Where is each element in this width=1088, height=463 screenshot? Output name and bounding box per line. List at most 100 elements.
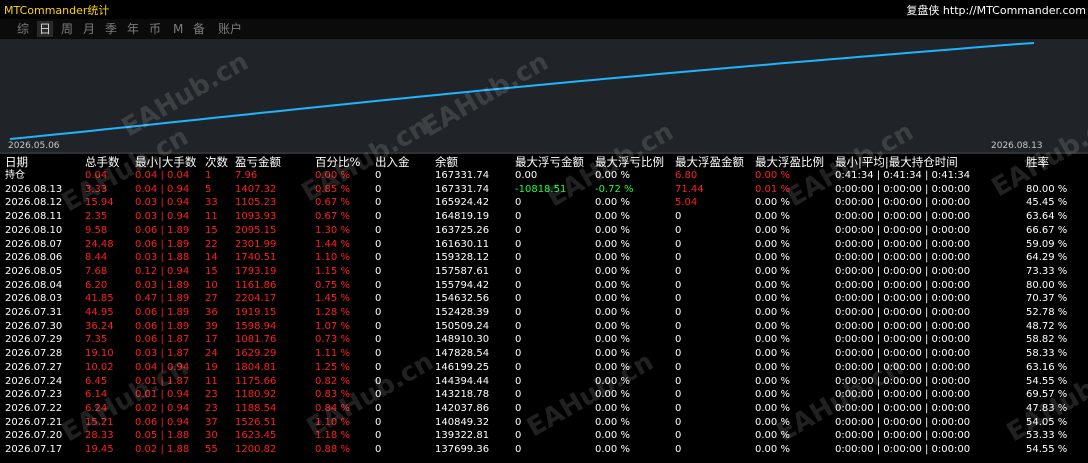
header-max-float-loss-pct[interactable]: 最大浮亏比例: [595, 156, 664, 169]
cell-pct: 1.25 %: [315, 361, 350, 373]
cell-pnl: 1175.66: [235, 375, 277, 387]
table-row[interactable]: 2026.08.11 2.35 0.03 | 0.94 11 1093.93 0.67 %…: [0, 210, 1088, 223]
cell-count: 15: [205, 265, 218, 277]
cell-fpp: 0.00 %: [755, 211, 790, 223]
header-date[interactable]: 日期: [5, 156, 28, 169]
table-row[interactable]: 2026.08.03 41.85 0.47 | 1.89 27 2204.17 1.45 …: [0, 292, 1088, 305]
cell-minmax: 0.06 | 0.94: [135, 416, 190, 428]
header-io[interactable]: 出入金: [375, 156, 410, 169]
tab-3[interactable]: 月: [81, 21, 97, 37]
cell-fp: 0: [675, 375, 682, 387]
cell-fl: 0: [515, 430, 522, 442]
cell-lots: 41.85: [85, 293, 114, 305]
header-minmax[interactable]: 最小|大手数: [135, 156, 196, 169]
tab-5[interactable]: 年: [125, 21, 141, 37]
table-row[interactable]: 2026.08.13 3.33 0.04 | 0.94 5 1407.32 0.85 % 0…: [0, 183, 1088, 196]
header-pct[interactable]: 百分比%: [315, 156, 360, 169]
tab-2[interactable]: 周: [59, 21, 75, 37]
cell-lots: 9.58: [85, 224, 108, 236]
header-pnl[interactable]: 盈亏金额: [235, 156, 281, 169]
cell-io: 0: [375, 279, 382, 291]
cell-fp: 5.04: [675, 197, 698, 209]
cell-time: 0:00:00 | 0:00:00 | 0:00:00: [835, 444, 971, 455]
tab-1[interactable]: 日: [37, 21, 54, 37]
cell-win: 48.72 %: [1026, 320, 1068, 332]
cell-pct: 1.44 %: [315, 238, 350, 250]
cell-pct: 1.07 %: [315, 320, 350, 332]
table-row[interactable]: 2026.07.27 10.02 0.04 | 0.94 19 1804.81 1.25 …: [0, 361, 1088, 374]
table-row[interactable]: 2026.07.22 6.24 0.02 | 0.94 23 1188.54 0.84 %…: [0, 402, 1088, 415]
cell-date: 2026.07.21: [5, 416, 63, 428]
table-row[interactable]: 2026.08.07 24.48 0.06 | 1.89 22 2301.99 1.44 …: [0, 238, 1088, 251]
header-max-float-loss[interactable]: 最大浮亏金额: [515, 156, 584, 169]
cell-time: 0:00:00 | 0:00:00 | 0:00:00: [835, 183, 971, 195]
cell-date: 2026.07.29: [5, 334, 63, 346]
cell-time: 0:00:00 | 0:00:00 | 0:00:00: [835, 293, 971, 305]
cell-count: 5: [205, 183, 212, 195]
cell-fl: 0: [515, 238, 522, 250]
cell-fpp: 0.00 %: [755, 265, 790, 277]
table-row[interactable]: 2026.08.06 8.44 0.03 | 1.88 14 1740.51 1.10 %…: [0, 251, 1088, 264]
tab-9[interactable]: 账户: [216, 21, 244, 37]
cell-lots: 2.35: [85, 211, 108, 223]
cell-pct: 0.84 %: [315, 402, 350, 414]
app-title: MTCommander统计: [4, 4, 110, 17]
table-row[interactable]: 2026.08.05 7.68 0.12 | 0.94 15 1793.19 1.15 %…: [0, 265, 1088, 278]
cell-fp: 0: [675, 307, 682, 318]
cell-balance: 147828.54: [435, 348, 490, 360]
cell-minmax: 0.06 | 1.89: [135, 307, 190, 318]
cell-count: 27: [205, 293, 218, 305]
cell-flp: 0.00 %: [595, 252, 630, 264]
tab-7[interactable]: M: [171, 21, 185, 37]
cell-fpp: 0.00 %: [755, 334, 790, 346]
cell-date: 2026.07.30: [5, 320, 63, 332]
header-winrate[interactable]: 胜率: [1026, 156, 1049, 169]
cell-fpp: 0.00 %: [755, 238, 790, 250]
table-row-open-positions[interactable]: 持仓 0.04 0.04 | 0.04 1 7.96 0.00 % 0 167331.74 0.…: [0, 169, 1088, 182]
cell-time: 0:00:00 | 0:00:00 | 0:00:00: [835, 402, 971, 414]
table-row[interactable]: 2026.08.10 9.58 0.06 | 1.89 15 2095.15 1.30 %…: [0, 224, 1088, 237]
cell-lots: 3.33: [85, 183, 108, 195]
cell-lots: 15.21: [85, 416, 114, 428]
cell-minmax: 0.03 | 1.89: [135, 279, 190, 291]
cell-pnl: 1081.76: [235, 334, 277, 346]
cell-minmax: 0.06 | 1.89: [135, 238, 190, 250]
header-hold-time[interactable]: 最小|平均|最大持仓时间: [835, 156, 958, 169]
header-balance[interactable]: 余额: [435, 156, 458, 169]
table-row[interactable]: 2026.07.28 19.10 0.03 | 1.87 24 1629.29 1.11 …: [0, 347, 1088, 360]
table-row[interactable]: 2026.07.24 6.45 0.01 | 1.87 11 1175.66 0.82 %…: [0, 375, 1088, 388]
cell-win: 47.83 %: [1026, 402, 1068, 414]
tab-4[interactable]: 季: [103, 21, 119, 37]
table-row[interactable]: 2026.07.29 7.35 0.06 | 1.87 17 1081.76 0.73 %…: [0, 333, 1088, 346]
table-row[interactable]: 2026.07.23 6.14 0.01 | 0.94 23 1180.92 0.83 %…: [0, 388, 1088, 401]
table-row[interactable]: 2026.07.30 36.24 0.06 | 1.89 39 1598.94 1.07 …: [0, 320, 1088, 333]
cell-minmax: 0.06 | 1.87: [135, 334, 190, 346]
header-max-float-profit-pct[interactable]: 最大浮盈比例: [755, 156, 824, 169]
tab-0[interactable]: 综: [15, 21, 31, 37]
cell-fp: 0: [675, 252, 682, 264]
tab-8[interactable]: 备: [191, 21, 207, 37]
table-row[interactable]: 2026.07.21 15.21 0.06 | 0.94 37 1526.51 1.10 …: [0, 416, 1088, 429]
cell-time: 0:00:00 | 0:00:00 | 0:00:00: [835, 375, 971, 387]
cell-fp: 71.44: [675, 183, 704, 195]
cell-pct: 0.83 %: [315, 389, 350, 401]
header-count[interactable]: 次数: [205, 156, 228, 169]
table-row[interactable]: 2026.08.04 6.20 0.03 | 1.89 10 1161.86 0.75 %…: [0, 279, 1088, 292]
header-lots[interactable]: 总手数: [85, 156, 120, 169]
cell-lots: 15.94: [85, 197, 114, 209]
cell-time: 0:00:00 | 0:00:00 | 0:00:00: [835, 320, 971, 332]
brand-link[interactable]: 复盘侠 http://MTCommander.com: [906, 2, 1086, 18]
table-row[interactable]: 2026.07.31 44.95 0.06 | 1.89 36 1919.15 1.28 …: [0, 306, 1088, 319]
table-row[interactable]: 2026.07.20 28.33 0.05 | 1.88 30 1623.45 1.18 …: [0, 429, 1088, 442]
cell-balance: 157587.61: [435, 265, 490, 277]
cell-pct: 1.15 %: [315, 265, 350, 277]
cell-pnl: 2301.99: [235, 238, 277, 250]
header-max-float-profit[interactable]: 最大浮盈金额: [675, 156, 744, 169]
cell-date: 2026.08.11: [5, 211, 63, 223]
table-row[interactable]: 2026.08.12 15.94 0.03 | 0.94 33 1105.23 0.67 …: [0, 196, 1088, 209]
table-row[interactable]: 2026.07.17 19.45 0.02 | 1.88 55 1200.82 0.88 …: [0, 443, 1088, 456]
tab-6[interactable]: 币: [147, 21, 163, 37]
cell-fpp: 0.00 %: [755, 348, 790, 360]
cell-fp: 0: [675, 348, 682, 360]
cell-pct: 0.88 %: [315, 444, 350, 455]
